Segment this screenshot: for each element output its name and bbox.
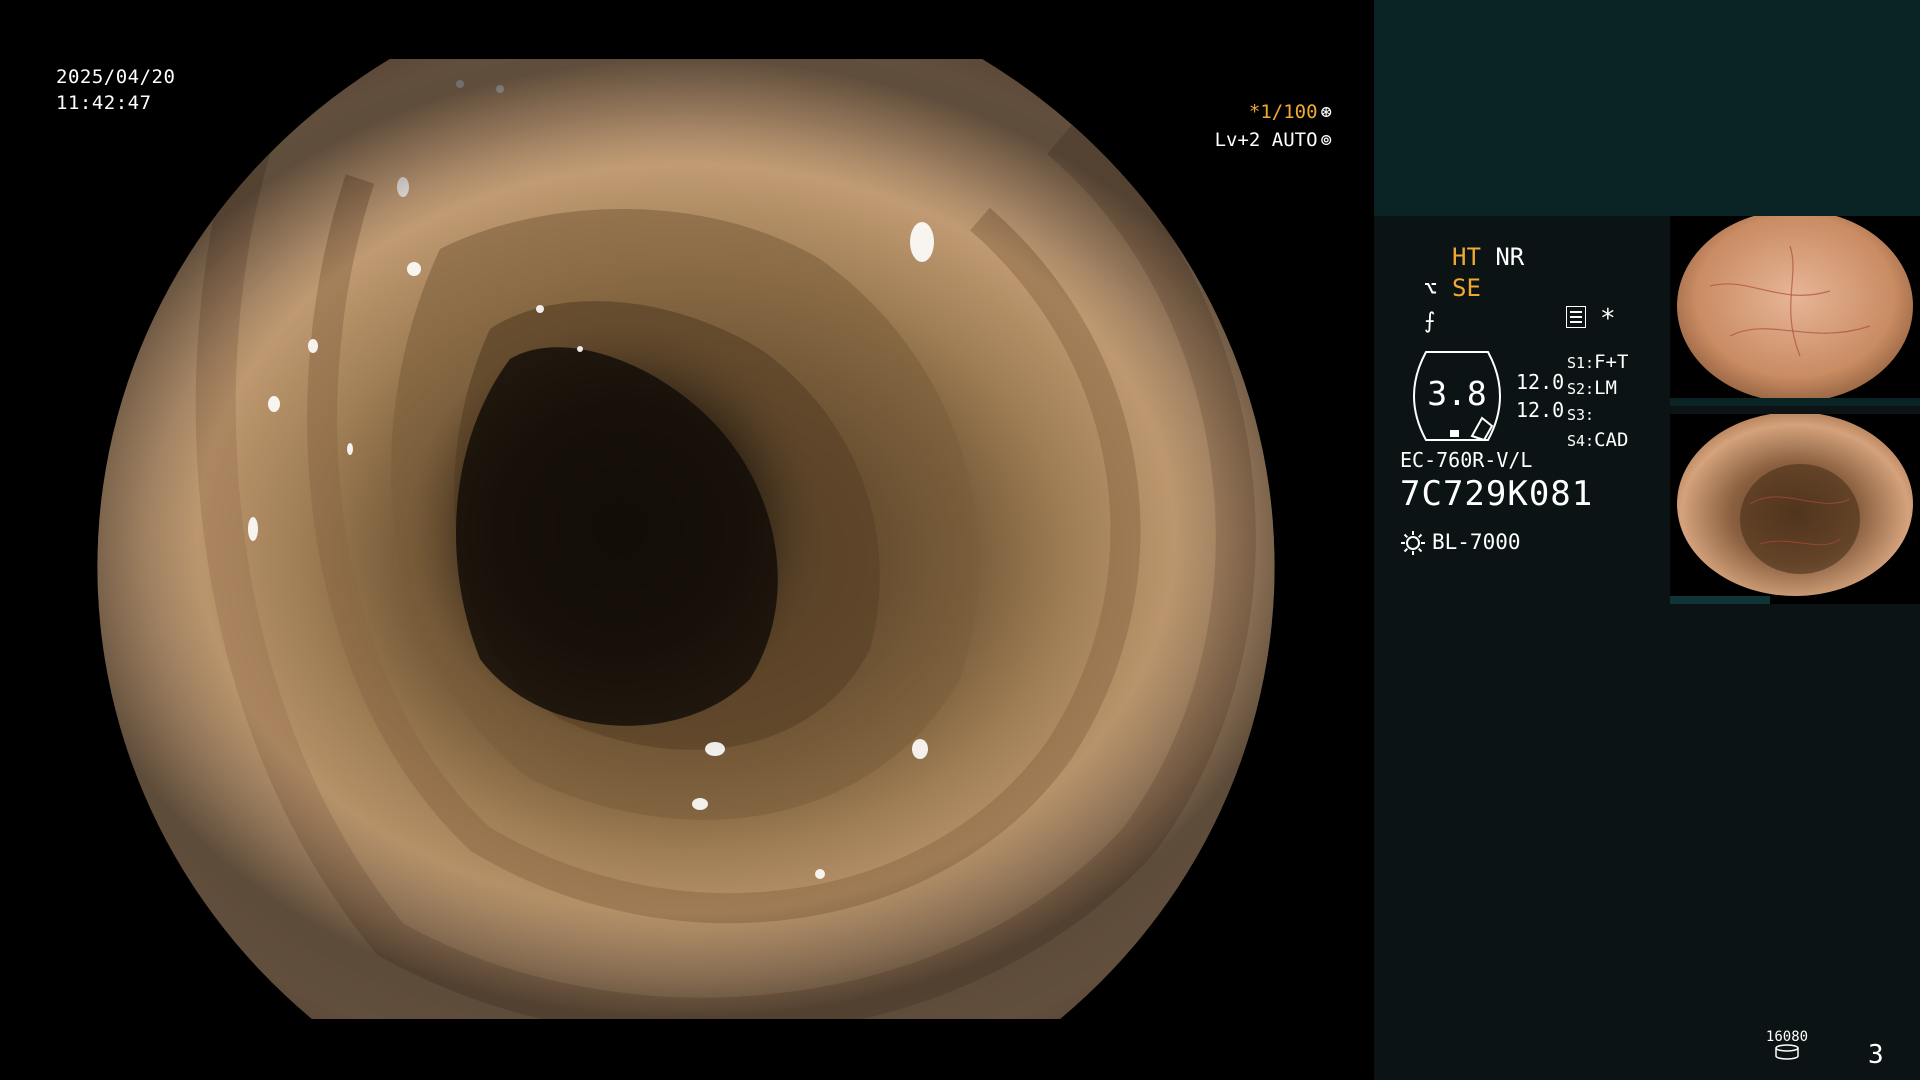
thumbnail-image-2 xyxy=(1677,414,1913,596)
switch-slot-3: S3: xyxy=(1567,406,1595,424)
captured-image-thumbnail-1[interactable] xyxy=(1670,216,1920,406)
scope-switch-assignments: S1:F+T S2:LM S3: S4:CAD xyxy=(1567,350,1628,454)
se-indicator: SE xyxy=(1452,274,1481,302)
page-number: 3 xyxy=(1868,1040,1884,1070)
status-panel: HT NR ⌥ SE ⨍ * 3.8 12.0 12.0 S1:F+T S2:LM… xyxy=(1374,0,1920,1080)
light-source-label: BL-7000 xyxy=(1432,530,1521,554)
capture-date: 2025/04/20 xyxy=(56,66,176,88)
image-enhancement-status: HT NR ⌥ SE ⨍ xyxy=(1424,242,1524,337)
scope-model: EC-760R-V/L xyxy=(1400,448,1533,472)
ht-indicator: HT xyxy=(1452,243,1481,271)
endoscopic-image xyxy=(97,59,1275,1019)
shutter-icon: ⊛ xyxy=(1320,101,1332,123)
light-source-icon xyxy=(1401,531,1425,555)
endoscope-live-view: 2025/04/20 11:42:47 *1/100 ⊛ Lv+2 AUTO ⊚ xyxy=(0,0,1372,1080)
thumbnail-image-1 xyxy=(1677,216,1913,402)
settings-menu-icon xyxy=(1566,306,1586,328)
patient-info-area xyxy=(1374,0,1920,216)
exposure-status: *1/100 ⊛ Lv+2 AUTO ⊚ xyxy=(1215,98,1332,154)
color-mode-icon: ⨍ xyxy=(1424,309,1436,334)
ratio-bottom: 12.0 xyxy=(1516,398,1565,422)
ratio-values: 12.0 12.0 xyxy=(1516,368,1564,424)
ratio-top: 12.0 xyxy=(1516,370,1565,394)
storage-disk-icon xyxy=(1775,1044,1799,1060)
capture-time: 11:42:47 xyxy=(56,92,152,114)
shutter-speed-row: *1/100 ⊛ xyxy=(1215,98,1332,126)
iris-mode: Lv+2 AUTO xyxy=(1214,129,1318,151)
asterisk-icon: * xyxy=(1600,304,1616,334)
switch-slot-2: S2:LM xyxy=(1567,377,1617,399)
structure-enhance-icon: ⌥ xyxy=(1424,277,1438,302)
capture-timestamp: 2025/04/20 11:42:47 xyxy=(56,64,175,116)
shutter-speed: *1/100 xyxy=(1248,101,1318,123)
switch-slot-4: S4:CAD xyxy=(1567,429,1629,451)
light-source: BL-7000 xyxy=(1400,530,1521,556)
storage-status: 16080 xyxy=(1764,1030,1810,1063)
captured-image-thumbnail-2[interactable] xyxy=(1670,414,1920,604)
scope-serial-number: 7C729K081 xyxy=(1400,474,1594,514)
iris-row: Lv+2 AUTO ⊚ xyxy=(1215,126,1332,154)
zoom-value: 3.8 xyxy=(1427,374,1487,413)
switch-slot-1: S1:F+T xyxy=(1567,351,1629,373)
storage-count: 16080 xyxy=(1765,1029,1809,1045)
iris-icon: ⊚ xyxy=(1320,129,1332,151)
nr-indicator: NR xyxy=(1495,243,1525,271)
